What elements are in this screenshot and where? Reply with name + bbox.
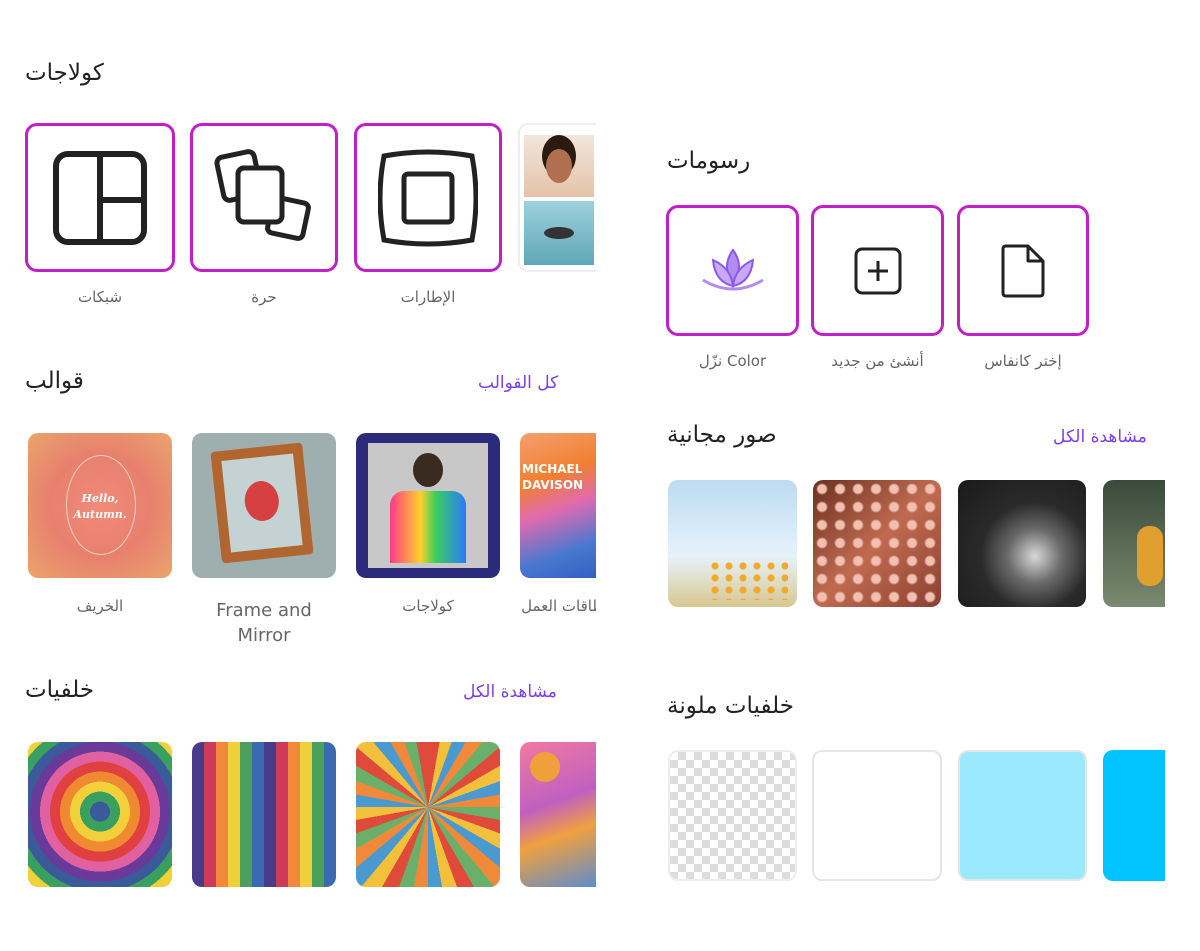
create-new-card[interactable] (811, 205, 944, 336)
templates-title: قوالب (25, 368, 84, 394)
template-label: الخريف (76, 597, 124, 615)
photos-see-all-link[interactable]: مشاهدة الكل (1053, 427, 1147, 447)
drawings-title: رسومات (667, 148, 751, 174)
swatch-transparent[interactable] (668, 750, 797, 881)
collage-label: الإطارات (400, 288, 456, 306)
background-thumb[interactable] (520, 742, 596, 887)
swatch-cyan[interactable] (1103, 750, 1165, 881)
file-icon (1001, 244, 1045, 297)
background-thumb[interactable] (192, 742, 336, 887)
background-thumb[interactable] (28, 742, 172, 887)
left-panel: كولاجات شبكات حرة الإطارات قوالب كل القو… (0, 0, 596, 951)
template-collage[interactable] (356, 433, 500, 578)
freeform-icon (214, 148, 311, 241)
photo-thumb[interactable] (1103, 480, 1165, 607)
template-autumn[interactable]: Hello, Autumn. (28, 433, 172, 578)
collage-label: شبكات (77, 288, 123, 306)
free-photos-title: صور مجانية (667, 422, 777, 448)
collage-label: حرة (251, 288, 277, 306)
template-label: كولاجات (402, 597, 454, 615)
lotus-icon (701, 247, 764, 290)
grid-layout-icon (53, 150, 147, 245)
plus-square-icon (854, 247, 901, 294)
collage-frames[interactable] (354, 123, 502, 272)
colored-backgrounds-title: خلفيات ملونة (667, 693, 794, 719)
photo-thumb[interactable] (668, 480, 797, 607)
drawing-label: نزّل Color (698, 352, 767, 370)
choose-canvas-card[interactable] (957, 205, 1089, 336)
download-color-card[interactable] (666, 205, 799, 336)
collage-grids[interactable] (25, 123, 175, 272)
photo-thumb[interactable] (813, 480, 941, 607)
right-panel: رسومات نزّل Color أنشئ من جديد إختر كانف… (640, 0, 1165, 951)
collages-title: كولاجات (25, 60, 104, 86)
backgrounds-title: خلفيات (25, 677, 95, 703)
template-business-card[interactable]: MICHAEL DAVISON (520, 433, 596, 578)
template-label: Frame and Mirror (216, 600, 312, 646)
template-text: MICHAEL DAVISON (522, 462, 584, 492)
drawing-label: إختر كانفاس (984, 352, 1062, 370)
collage-photo-preview[interactable] (518, 123, 596, 272)
swatch-white[interactable] (812, 750, 942, 881)
frame-icon (378, 149, 478, 246)
background-thumb[interactable] (356, 742, 500, 887)
drawing-label: أنشئ من جديد (831, 352, 924, 370)
all-templates-link[interactable]: كل القوالب (478, 373, 558, 393)
photo-thumb[interactable] (958, 480, 1086, 607)
collage-freeform[interactable] (190, 123, 338, 272)
template-label: بطاقات العمل (521, 597, 596, 615)
backgrounds-see-all-link[interactable]: مشاهدة الكل (463, 682, 557, 702)
swatch-light-cyan[interactable] (958, 750, 1087, 881)
template-text: Hello, Autumn. (73, 492, 127, 521)
template-frame-mirror[interactable] (192, 433, 336, 578)
